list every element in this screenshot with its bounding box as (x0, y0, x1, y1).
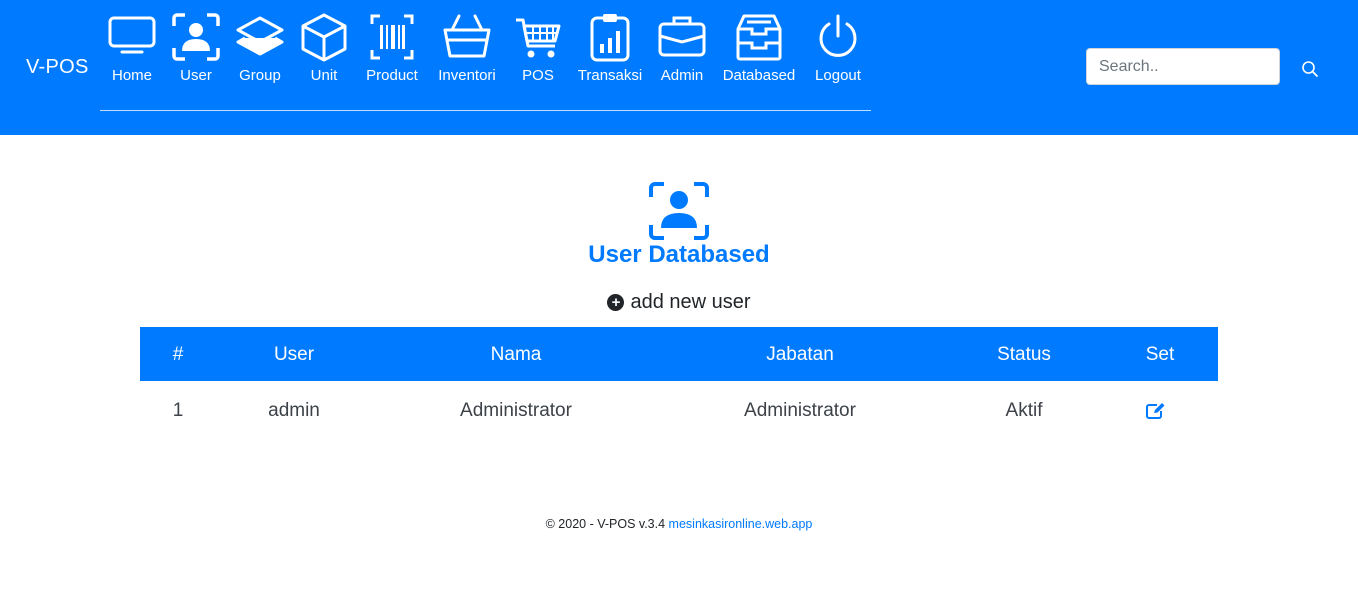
column-header-number: # (172, 344, 184, 365)
edit-icon[interactable] (1145, 402, 1167, 420)
nav-label: Home (111, 67, 152, 84)
nav-label: Group (239, 67, 281, 84)
brand-logo[interactable]: V-POS (26, 56, 89, 79)
nav-label: Inventori (438, 67, 496, 84)
user-table: # User Nama Jabatan Status Set 1 admin A… (140, 327, 1218, 421)
nav-item-pos[interactable]: POS (512, 12, 564, 92)
page-title: User Databased (588, 241, 770, 268)
nav-item-logout[interactable]: Logout (810, 12, 866, 92)
main-nav: Home User Group Unit Product Inventori P… (100, 12, 871, 111)
nav-item-home[interactable]: Home (106, 12, 158, 92)
barcode-icon (370, 14, 414, 60)
cell-nama: Administrator (460, 400, 572, 421)
box-icon (301, 13, 347, 62)
monitor-icon (108, 16, 156, 54)
archive-icon (736, 14, 782, 61)
nav-label: Admin (660, 67, 704, 84)
user-scan-icon (172, 13, 220, 61)
column-header-set: Set (1145, 344, 1175, 365)
power-icon (819, 14, 857, 57)
clipboard-chart-icon (590, 14, 630, 62)
cell-status: Aktif (1005, 400, 1043, 421)
nav-label: POS (522, 67, 554, 84)
nav-label: Transaksi (577, 67, 643, 84)
footer-text: © 2020 - V-POS v.3.4 (545, 517, 666, 531)
nav-label: Databased (722, 67, 796, 84)
cell-number: 1 (172, 400, 184, 421)
nav-item-unit[interactable]: Unit (298, 12, 350, 92)
nav-item-databased[interactable]: Databased (720, 12, 798, 92)
top-navbar: V-POS Home User Group Unit Product Inven… (0, 0, 1358, 135)
cell-jabatan: Administrator (744, 400, 856, 421)
column-header-user: User (273, 344, 315, 365)
nav-label: Product (366, 67, 418, 84)
basket-icon (443, 14, 491, 58)
nav-item-product[interactable]: Product (362, 12, 422, 92)
nav-label: Logout (815, 67, 861, 84)
nav-item-group[interactable]: Group (234, 12, 286, 92)
search-input[interactable] (1086, 48, 1280, 85)
cell-user: admin (268, 400, 320, 421)
column-header-status: Status (997, 344, 1051, 365)
cart-icon (516, 18, 561, 58)
column-header-jabatan: Jabatan (766, 344, 834, 365)
briefcase-icon (658, 16, 706, 57)
add-user-label: add new user (630, 291, 751, 313)
table-header: # User Nama Jabatan Status Set (140, 327, 1218, 381)
user-scan-icon (649, 182, 709, 240)
search-icon[interactable] (1300, 59, 1320, 79)
add-user-button[interactable]: + add new user (0, 291, 1358, 314)
footer-link[interactable]: mesinkasironline.web.app (669, 517, 813, 531)
nav-item-admin[interactable]: Admin (656, 12, 708, 92)
nav-item-user[interactable]: User (170, 12, 222, 92)
nav-item-transaksi[interactable]: Transaksi (576, 12, 644, 92)
nav-label: Unit (310, 67, 338, 84)
nav-label: User (180, 67, 212, 84)
nav-item-inventori[interactable]: Inventori (434, 12, 500, 92)
column-header-nama: Nama (490, 344, 542, 365)
plus-circle-icon: + (607, 294, 625, 311)
layers-icon (236, 16, 284, 56)
footer: © 2020 - V-POS v.3.4 mesinkasironline.we… (0, 517, 1358, 531)
